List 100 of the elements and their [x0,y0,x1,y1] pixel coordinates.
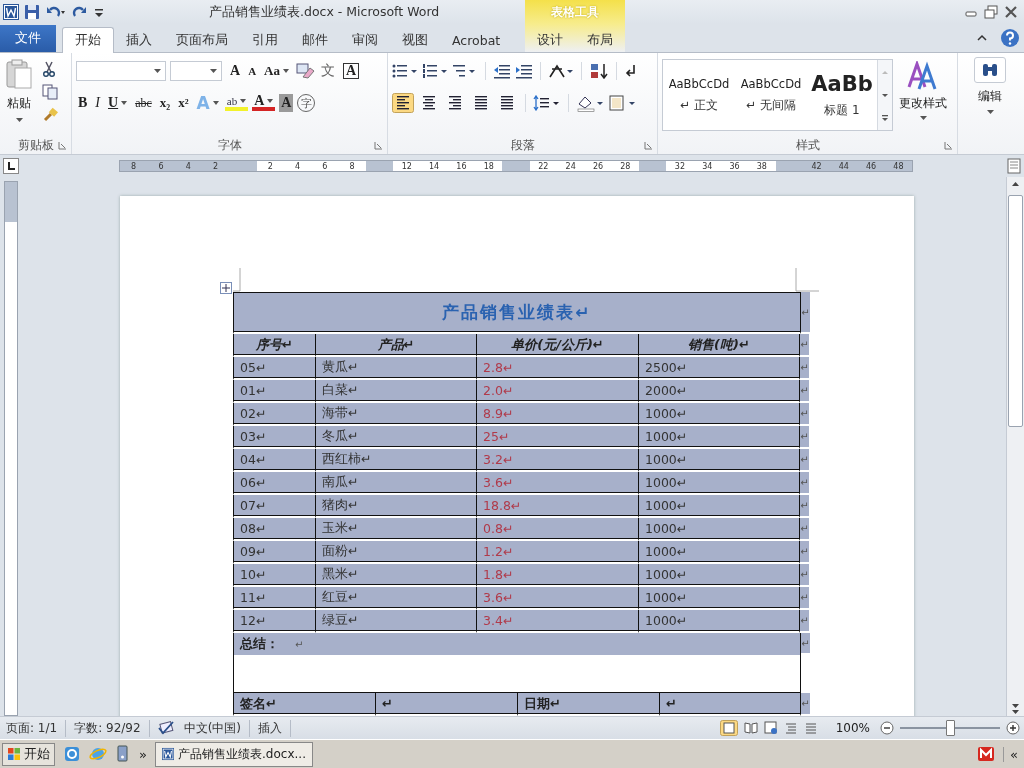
table-cell: 8.9↵ [476,403,638,426]
style-item[interactable]: AaBbCcDd ↵ 无间隔 [735,60,807,130]
font-tool-button[interactable]: A [252,95,276,111]
zoom-level[interactable]: 100% [835,721,870,735]
dialog-launcher-icon[interactable] [374,141,383,150]
font-tool-button[interactable]: 文 [318,60,337,82]
web-layout-icon[interactable] [763,721,778,735]
ribbon-tab[interactable]: 页面布局 [164,28,240,52]
proofing-icon[interactable] [157,721,176,735]
computer-icon[interactable] [115,745,131,763]
font-tool-button[interactable]: ab [224,95,249,111]
font-tool-button[interactable]: x₂ [157,92,173,114]
scissors-icon[interactable] [42,61,56,77]
multilevel-list-icon[interactable] [452,63,478,79]
ruler-number: 38 [755,161,768,171]
font-tool-button[interactable]: x² [176,92,191,114]
status-item[interactable]: 字数: 92/92 [74,719,150,737]
chinese-layout-icon[interactable] [548,63,574,79]
copy-icon[interactable] [42,84,58,100]
more-button[interactable]: » [139,746,147,762]
numbering-icon[interactable] [422,63,448,79]
table-cell: 0.8↵ [476,518,638,541]
zoom-in-icon[interactable] [1006,721,1020,735]
change-styles-button[interactable]: 更改样式 [899,59,947,136]
restore-icon[interactable] [984,5,998,19]
ribbon-tab[interactable]: 审阅 [340,28,390,52]
dialog-launcher-icon[interactable] [644,141,653,150]
style-item[interactable]: AaBbCcDd ↵ 正文 [663,60,735,130]
taskbar-window-button[interactable]: 产品销售业绩表.docx... [154,741,313,767]
increase-indent-icon[interactable] [515,63,533,79]
vertical-scrollbar[interactable] [1006,177,1024,716]
alignment-button[interactable] [392,93,414,113]
font-tool-button[interactable]: I [93,92,102,114]
font-tool-button[interactable]: A [246,60,259,82]
scrollbar-thumb[interactable] [1008,195,1023,427]
sort-icon[interactable] [589,63,609,79]
table-cell: 3.4↵ [476,610,638,633]
show-tray-button[interactable]: « [1003,746,1024,762]
column-marker[interactable] [502,161,530,171]
column-marker[interactable] [775,161,803,171]
status-item[interactable]: 页面: 1/1 [6,719,67,737]
ribbon-tab[interactable]: 引用 [240,28,290,52]
zoom-slider-thumb[interactable] [946,720,955,736]
reading-layout-icon[interactable] [743,721,758,735]
table-move-handle-icon[interactable] [220,282,232,294]
dialog-launcher-icon[interactable] [58,141,67,150]
font-tool-button[interactable]: A [279,94,294,112]
table-cell: 25↵ [476,426,638,449]
ruler-number: 14 [428,161,441,171]
style-item[interactable]: AaBb 标题 1 [807,60,877,130]
font-tool-button[interactable]: B [76,92,90,114]
font-tool-button[interactable]: A [228,60,243,82]
print-layout-icon[interactable] [719,720,738,736]
shading-icon[interactable] [576,94,604,112]
zoom-out-icon[interactable] [880,721,894,735]
ribbon-tab[interactable]: Acrobat [440,28,513,52]
font-tool-button[interactable]: abc [133,92,154,114]
table-cell: 玉米↵ [315,518,476,541]
decrease-indent-icon[interactable] [493,63,511,79]
help-icon[interactable] [1000,28,1020,48]
editing-button[interactable]: 编辑 [958,53,1022,118]
paste-button[interactable]: 粘贴 [4,59,34,136]
table-cell: 1000↵ [638,449,800,472]
column-marker[interactable] [638,161,667,171]
tray-app-icon[interactable] [977,745,996,763]
font-tool-button[interactable]: A [342,63,360,79]
clear-formatting-icon[interactable] [294,62,315,80]
ribbon-tab[interactable]: 邮件 [290,28,340,52]
format-painter-icon[interactable] [42,107,58,123]
start-button[interactable]: 开始 [2,742,55,766]
ribbon-tab[interactable]: 开始 [62,27,114,53]
app-launcher-icon[interactable] [63,745,81,763]
table-cell: 2.8↵ [476,357,638,380]
status-item[interactable]: 插入 [258,719,291,737]
tab-stop-selector[interactable] [3,158,19,174]
dialog-launcher-icon[interactable] [944,141,953,150]
close-icon[interactable] [1004,5,1018,19]
font-tool-button[interactable]: U [106,92,130,114]
bullets-icon[interactable] [392,63,418,79]
table-cell: 1000↵ [638,426,800,449]
font-tool-button[interactable]: Aa [262,60,291,82]
save-icon[interactable] [24,4,40,20]
show-marks-icon[interactable] [624,63,638,79]
line-spacing-icon[interactable] [533,95,561,111]
ribbon-tab[interactable]: 设计 [529,28,571,52]
column-marker[interactable] [365,161,394,171]
table-title: 产品销售业绩表↵ [233,292,801,334]
ribbon-tab[interactable]: 文件 [0,25,56,52]
row-end-mark: ↵ [801,292,810,334]
ribbon-tab[interactable]: 布局 [579,28,621,52]
table-cell: 2.0↵ [476,380,638,403]
ruler-number: 22 [537,161,550,171]
clipboard-icon [6,59,32,89]
ribbon-tab[interactable]: 视图 [390,28,440,52]
gallery-scrollbar[interactable] [877,60,892,130]
ribbon-tab[interactable]: 插入 [114,28,164,52]
table-cell: 10↵ [233,564,315,587]
dropdown-arrow-icon [919,116,927,120]
table-cell: 1000↵ [638,518,800,541]
status-item[interactable]: 中文(中国) [183,719,250,737]
